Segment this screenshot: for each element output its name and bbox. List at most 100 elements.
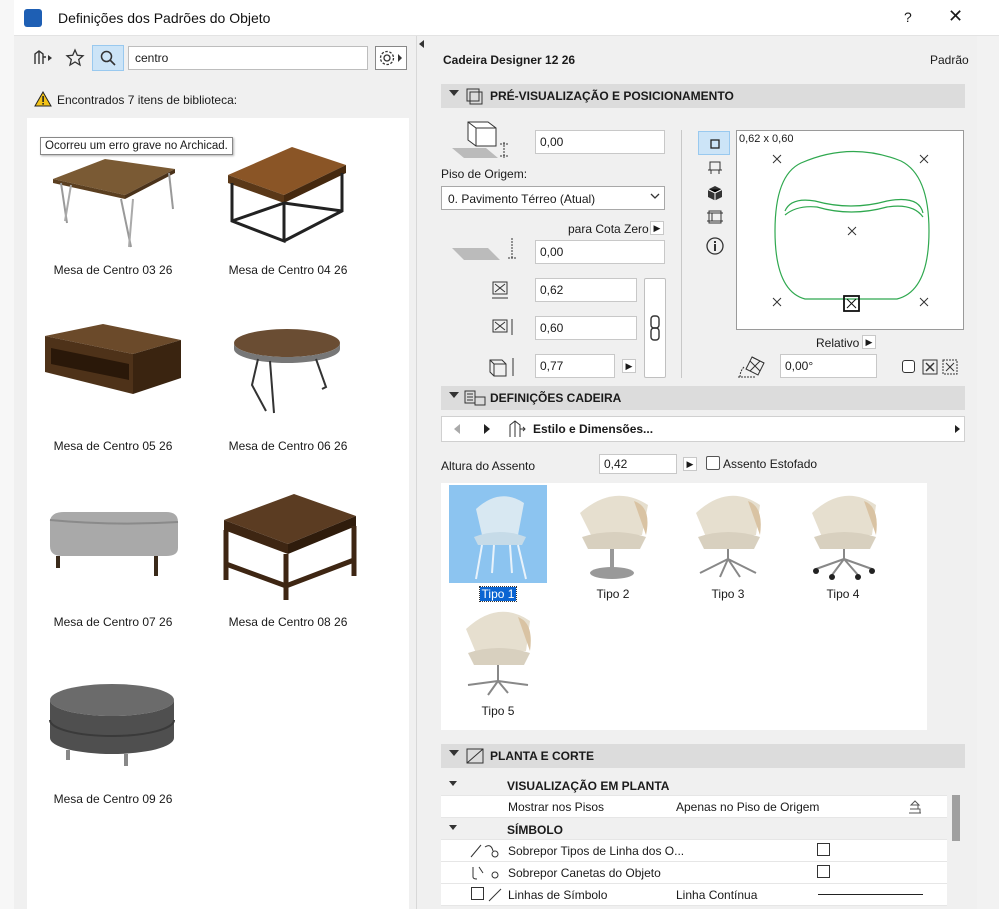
chair-type-label[interactable]: Tipo 1 — [448, 586, 548, 602]
table-row[interactable]: Linhas de Símbolo Linha Contínua — [441, 884, 947, 906]
line-sample — [818, 894, 923, 895]
relative-label: Relativo — [816, 336, 860, 350]
error-tooltip: Ocorreu um erro grave no Archicad. — [40, 137, 233, 155]
library-item-label[interactable]: Mesa de Centro 04 26 — [203, 263, 373, 277]
seat-height-arrow[interactable]: ▶ — [683, 457, 697, 471]
table-thumbnail[interactable] — [220, 490, 360, 605]
vertical-separator — [681, 130, 682, 378]
table-scrollbar[interactable] — [952, 795, 960, 841]
section-plan-header[interactable]: PLANTA E CORTE — [441, 744, 965, 768]
upholstered-seat-label: Assento Estofado — [723, 457, 818, 471]
collapse-triangle-icon[interactable] — [449, 392, 459, 398]
default-label: Padrão — [930, 53, 969, 67]
symbol-lines-checkbox[interactable] — [471, 887, 484, 900]
chair-thumbnail[interactable] — [572, 487, 656, 581]
elevation-icon — [452, 121, 508, 158]
seat-height-field[interactable]: 0,42 — [599, 454, 677, 474]
height-field[interactable]: 0,77 — [535, 354, 615, 378]
home-story-select[interactable]: 0. Pavimento Térreo (Atual) — [441, 186, 665, 210]
ottoman-thumbnail[interactable] — [44, 508, 182, 583]
override-pens-checkbox[interactable] — [817, 865, 830, 878]
ottoman-thumbnail[interactable] — [46, 680, 180, 775]
upholstered-seat-checkbox[interactable] — [706, 456, 720, 470]
mirror-y-icon[interactable] — [942, 359, 958, 375]
table-row[interactable]: Sobrepor Canetas do Objeto — [441, 862, 947, 884]
warning-icon — [34, 90, 52, 110]
library-item-label[interactable]: Mesa de Centro 08 26 — [203, 615, 373, 629]
preview-section-icon — [466, 88, 483, 105]
chair-thumbnail[interactable] — [690, 487, 768, 581]
mirror-x-icon[interactable] — [922, 359, 938, 375]
override-line-types-checkbox[interactable] — [817, 843, 830, 856]
mirror-checkbox[interactable] — [902, 360, 915, 373]
chair-thumbnail[interactable] — [460, 603, 538, 699]
home-story-label: Piso de Origem: — [441, 167, 528, 181]
info-icon[interactable] — [705, 236, 725, 256]
elevation-view-icon[interactable] — [706, 160, 724, 176]
chair-type-label[interactable]: Tipo 4 — [793, 587, 893, 601]
collapse-triangle-icon[interactable] — [449, 825, 457, 830]
page-title[interactable]: Estilo e Dimensões... — [533, 422, 653, 436]
chair-type-label[interactable]: Tipo 3 — [678, 587, 778, 601]
elevation-field[interactable]: 0,00 — [535, 130, 665, 154]
section-chair-settings-header[interactable]: DEFINIÇÕES CADEIRA — [441, 386, 965, 410]
collapse-triangle-icon[interactable] — [449, 750, 459, 756]
library-item-label[interactable]: Mesa de Centro 05 26 — [28, 439, 198, 453]
chair-thumbnail[interactable] — [806, 487, 884, 581]
rotation-angle-field[interactable]: 0,00° — [780, 354, 877, 378]
depth-field[interactable]: 0,60 — [535, 316, 637, 340]
zero-elevation-icon — [452, 238, 516, 260]
table-group-row[interactable]: SÍMBOLO — [441, 818, 947, 840]
width-field[interactable]: 0,62 — [535, 278, 637, 302]
row-name: Sobrepor Canetas do Objeto — [508, 866, 661, 880]
next-page-icon[interactable] — [480, 422, 494, 436]
library-item-label[interactable]: Mesa de Centro 03 26 — [28, 263, 198, 277]
table-row[interactable]: Mostrar nos Pisos Apenas no Piso de Orig… — [441, 796, 947, 818]
section-preview-header[interactable]: PRÉ-VISUALIZAÇÃO E POSICIONAMENTO — [441, 84, 965, 108]
pen-override-icon — [472, 866, 499, 880]
pane-splitter[interactable] — [416, 36, 432, 909]
library-item-label[interactable]: Mesa de Centro 09 26 — [28, 792, 198, 806]
help-button[interactable]: ? — [904, 9, 912, 25]
settings-gear-icon[interactable] — [375, 46, 407, 70]
search-icon[interactable] — [92, 45, 124, 71]
folder-browse-icon[interactable] — [30, 46, 58, 70]
row-value: Linha Contínua — [676, 888, 758, 902]
lock-ratio-button[interactable] — [644, 278, 666, 378]
table-thumbnail[interactable] — [222, 135, 352, 248]
plan-view-button[interactable] — [698, 131, 730, 155]
story-icon — [909, 800, 921, 814]
zero-level-arrow-button[interactable]: ▶ — [650, 221, 664, 235]
seat-height-label: Altura do Assento — [441, 459, 536, 473]
favorites-star-icon[interactable] — [61, 46, 89, 70]
section-view-icon[interactable] — [706, 208, 724, 226]
chair-thumbnail[interactable] — [460, 487, 540, 583]
collapse-triangle-icon[interactable] — [449, 781, 457, 786]
anchor-arrow-button[interactable]: ▶ — [862, 335, 876, 349]
library-item-label[interactable]: Mesa de Centro 07 26 — [28, 615, 198, 629]
table-group-row[interactable]: VISUALIZAÇÃO EM PLANTA — [441, 774, 947, 796]
table-thumbnail[interactable] — [43, 320, 185, 405]
close-button[interactable]: ✕ — [948, 6, 963, 27]
zero-elevation-field[interactable]: 0,00 — [535, 240, 665, 264]
found-items-text: Encontrados 7 itens de biblioteca: — [57, 93, 238, 107]
section-title: PRÉ-VISUALIZAÇÃO E POSICIONAMENTO — [490, 89, 734, 103]
collapse-triangle-icon[interactable] — [449, 90, 459, 96]
height-icon — [489, 358, 514, 377]
depth-icon — [492, 319, 513, 335]
search-input[interactable]: centro — [128, 46, 368, 70]
rotation-angle-icon — [738, 356, 765, 378]
chair-type-label[interactable]: Tipo 5 — [448, 704, 548, 718]
row-value: Apenas no Piso de Origem — [676, 800, 820, 814]
page-menu-arrow-icon[interactable] — [954, 424, 962, 434]
table-row[interactable]: Sobrepor Tipos de Linha dos O... — [441, 840, 947, 862]
table-thumbnail[interactable] — [230, 325, 344, 422]
collapse-arrow-icon[interactable] — [419, 40, 424, 48]
chair-type-label[interactable]: Tipo 2 — [563, 587, 663, 601]
library-item-label[interactable]: Mesa de Centro 06 26 — [203, 439, 373, 453]
height-options-arrow[interactable]: ▶ — [622, 359, 636, 373]
3d-view-icon[interactable] — [706, 184, 724, 202]
previous-page-icon[interactable] — [450, 422, 464, 436]
archicad-app-icon — [24, 9, 42, 27]
window-title: Definições dos Padrões do Objeto — [58, 10, 271, 26]
